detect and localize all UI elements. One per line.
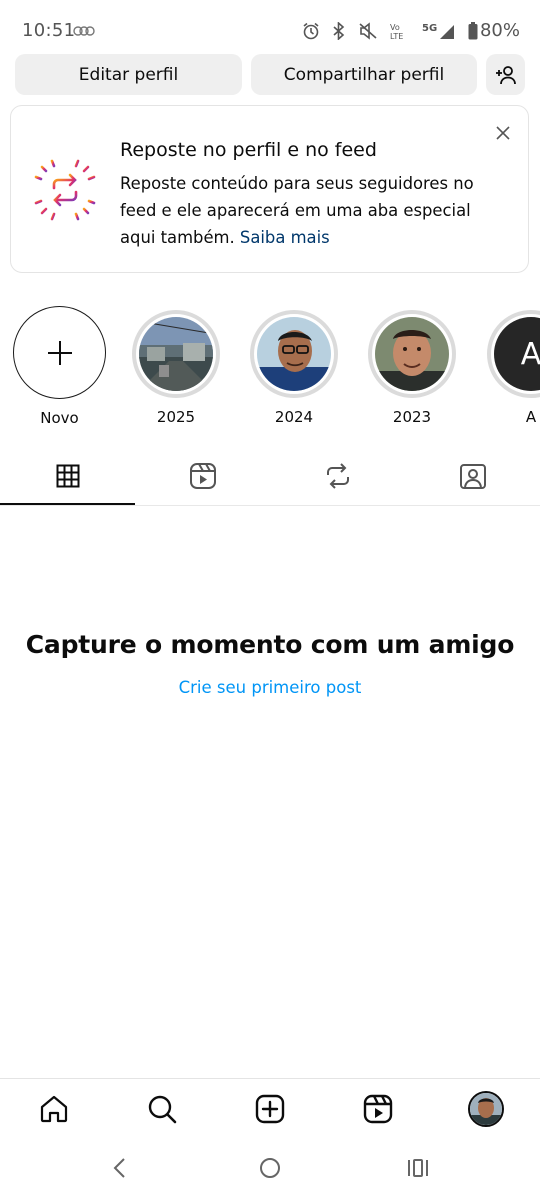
nav-search[interactable] — [142, 1089, 182, 1129]
signal-5g-icon: 5G — [422, 22, 456, 40]
nav-profile[interactable] — [466, 1089, 506, 1129]
create-icon — [255, 1094, 285, 1124]
nav-home[interactable] — [34, 1089, 74, 1129]
profile-avatar — [468, 1091, 504, 1127]
learn-more-link[interactable]: Saiba mais — [240, 228, 330, 247]
highlight-label: 2023 — [392, 408, 432, 426]
active-tab-indicator — [0, 503, 135, 505]
highlight-item[interactable]: 2024 — [250, 306, 346, 426]
nav-create[interactable] — [250, 1089, 290, 1129]
tab-tagged[interactable] — [405, 448, 540, 504]
highlight-label: A — [525, 408, 537, 426]
status-icons: Vo LTE 5G 80% — [302, 20, 520, 41]
alarm-icon — [302, 22, 320, 40]
highlight-cover-street — [139, 317, 213, 391]
tabs-divider — [0, 505, 540, 506]
grid-icon — [56, 464, 80, 488]
share-profile-button[interactable]: Compartilhar perfil — [251, 54, 477, 95]
reels-icon — [189, 462, 217, 490]
system-home-button[interactable] — [250, 1150, 290, 1186]
empty-state-title: Capture o momento com um amigo — [25, 630, 515, 659]
reels-icon — [363, 1094, 393, 1124]
search-icon — [147, 1094, 177, 1124]
tab-reels[interactable] — [135, 448, 270, 504]
new-highlight-button[interactable] — [13, 306, 106, 399]
close-icon[interactable] — [492, 122, 514, 144]
notification-icon — [73, 25, 95, 37]
highlight-cover-portrait — [257, 317, 331, 391]
highlight-item[interactable]: A A — [487, 306, 540, 426]
svg-text:Vo: Vo — [390, 23, 400, 32]
repost-card-body: Reposte conteúdo para seus seguidores no… — [120, 170, 480, 251]
status-time: 10:51 — [22, 20, 76, 41]
edit-profile-button[interactable]: Editar perfil — [15, 54, 242, 95]
battery-icon — [468, 21, 478, 40]
discover-people-button[interactable] — [486, 54, 525, 95]
highlight-cover-letter: A — [494, 317, 540, 391]
add-person-icon — [495, 64, 517, 86]
mute-icon — [358, 21, 378, 40]
create-first-post-link[interactable]: Crie seu primeiro post — [0, 678, 540, 697]
highlight-label: 2025 — [156, 408, 196, 426]
plus-icon — [47, 340, 72, 365]
highlight-item[interactable]: 2025 — [132, 306, 228, 426]
svg-text:LTE: LTE — [390, 32, 403, 40]
system-recents-button[interactable] — [398, 1150, 438, 1186]
highlight-cover-portrait — [375, 317, 449, 391]
system-back-button[interactable] — [100, 1150, 140, 1186]
highlight-item[interactable]: 2023 — [368, 306, 464, 426]
bottom-nav-divider — [0, 1078, 540, 1079]
highlight-label: Novo — [40, 409, 79, 427]
highlight-label: 2024 — [274, 408, 314, 426]
tab-posts[interactable] — [0, 448, 135, 504]
highlight-new[interactable]: Novo — [13, 306, 109, 427]
tab-reposts[interactable] — [270, 448, 405, 504]
volte-icon: Vo LTE — [390, 22, 410, 40]
repost-sparkle-icon — [30, 155, 100, 225]
tagged-icon — [459, 462, 487, 490]
home-icon — [39, 1094, 69, 1124]
battery-percent: 80% — [479, 20, 520, 41]
svg-text:5G: 5G — [422, 23, 437, 34]
repost-icon — [325, 462, 351, 490]
battery-group: 80% — [468, 20, 520, 41]
home-circle-icon — [259, 1157, 281, 1179]
highlight-cover-letter-text: A — [520, 336, 540, 372]
bluetooth-icon — [332, 21, 346, 40]
recents-icon — [406, 1158, 430, 1178]
nav-reels[interactable] — [358, 1089, 398, 1129]
repost-card-title: Reposte no perfil e no feed — [120, 139, 377, 161]
back-chevron-icon — [112, 1157, 128, 1179]
